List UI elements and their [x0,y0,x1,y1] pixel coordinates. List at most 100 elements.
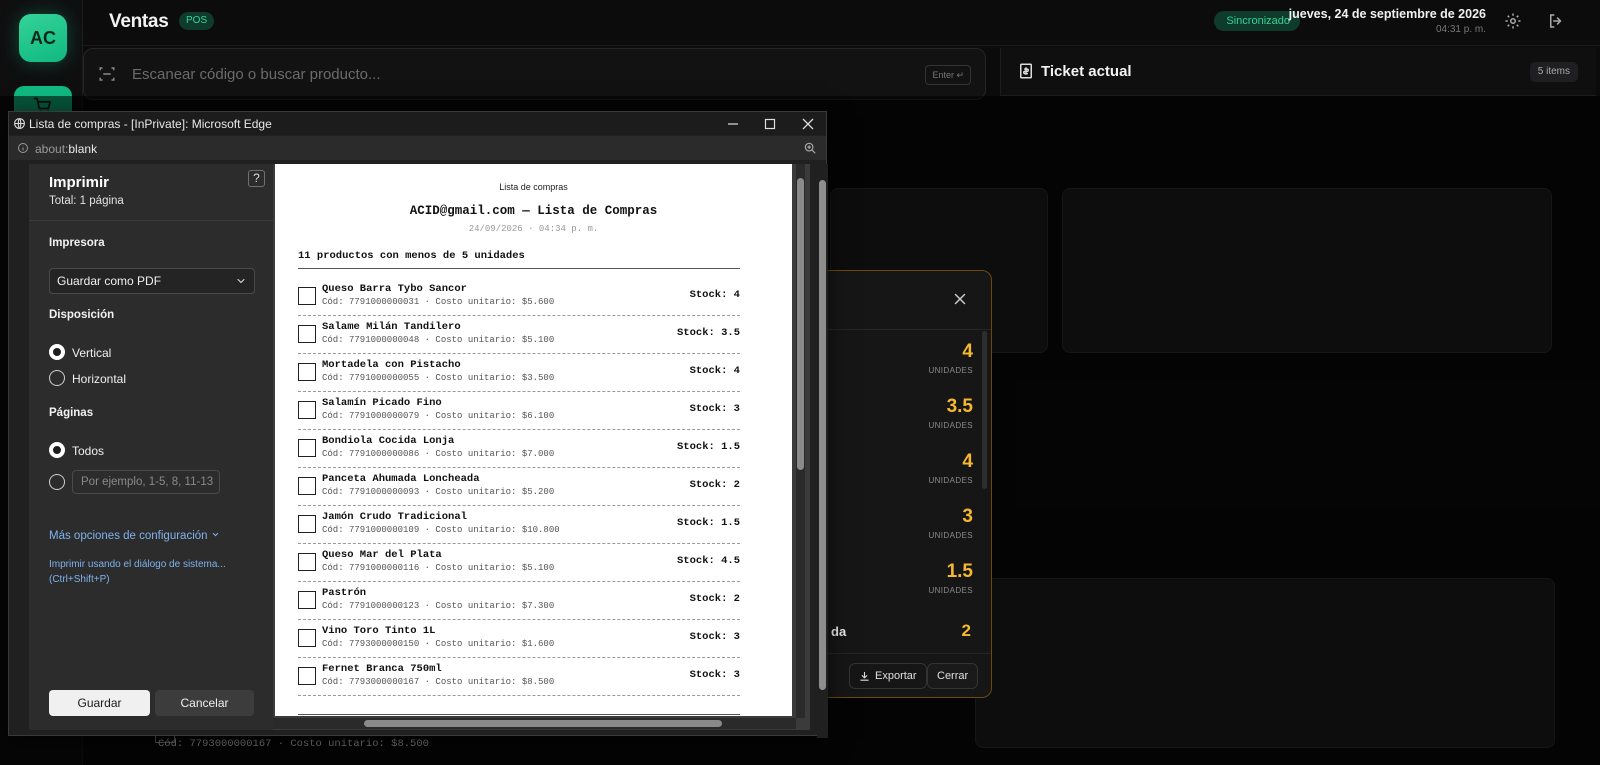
more-settings-label: Más opciones de configuración [49,530,208,542]
stock-value: 4 [962,451,973,472]
scrollbar-thumb[interactable] [819,180,826,690]
stock-value: 1.5 [946,561,973,582]
gear-icon[interactable] [1504,12,1522,30]
pos-badge: POS [179,12,215,30]
item-stock: Stock: 2 [689,593,740,605]
divider [298,714,740,715]
minimize-icon[interactable] [723,114,743,134]
address-scheme: about: [35,142,69,156]
cancel-button[interactable]: Cancelar [155,690,254,716]
logout-icon[interactable] [1547,12,1565,30]
stock-unit: UNIDADES [928,476,973,485]
list-item: Mortadela con Pistacho Cód: 7791000000055… [298,354,740,392]
preview-header: Lista de compras [499,182,568,192]
item-name: Queso Mar del Plata [322,549,442,561]
close-icon[interactable] [951,290,969,308]
window-titlebar[interactable]: Lista de compras - [InPrivate]: Microsof… [9,112,826,135]
close-button[interactable]: Cerrar [927,663,979,689]
print-settings-panel: Imprimir Total: 1 página ? Impresora Gua… [29,164,273,730]
list-item: Fernet Branca 750ml Cód: 7793000000167 · … [298,658,740,696]
list-item: Queso Mar del Plata Cód: 7791000000116 · … [298,544,740,582]
divider [821,653,991,654]
preview-vertical-scrollbar[interactable] [796,164,805,718]
more-settings-link[interactable]: Más opciones de configuración [49,530,220,542]
export-button[interactable]: Exportar [849,663,927,689]
address-host: blank [68,142,98,156]
printer-label: Impresora [49,237,105,249]
pages-custom-radio[interactable] [49,474,65,490]
checkbox [298,401,316,419]
page-title: Ventas [109,11,169,32]
printer-select[interactable]: Guardar como PDF [49,268,255,294]
stock-value: 4 [962,341,973,362]
item-name: Fernet Branca 750ml [322,663,442,675]
download-icon [860,671,869,681]
save-button[interactable]: Guardar [49,690,150,716]
item-stock: Stock: 2 [689,479,740,491]
stock-unit: UNIDADES [928,586,973,595]
list-item: Salamín Picado Fino Cód: 7791000000079 · … [298,392,740,430]
preview-count: 11 productos con menos de 5 unidades [298,250,525,262]
preview-title: ACID@gmail.com — Lista de Compras [409,204,658,218]
modal-scrollbar[interactable] [982,331,987,489]
item-code: Cód: 7791000000123 · Costo unitario: $7.… [322,601,555,611]
chevron-down-icon [237,278,245,284]
ticket-count-badge: 5 items [1529,62,1578,82]
item-stock: Stock: 3 [689,403,740,415]
address-bar[interactable]: about:blank [9,136,826,160]
list-item: Bondiola Cocida Lonja Cód: 7791000000086 … [298,430,740,468]
item-code: Cód: 7791000000048 · Costo unitario: $5.… [322,335,555,345]
pages-all-radio[interactable] [49,442,65,458]
maximize-icon[interactable] [760,114,780,134]
system-dialog-link[interactable]: Imprimir usando el diálogo de sistema...… [49,557,249,587]
pages-all-label: Todos [72,444,105,458]
list-item: Panceta Ahumada Loncheada Cód: 7791000000… [298,468,740,506]
stock-row: 4 UNIDADES [821,341,973,375]
checkbox [298,667,316,685]
date-time: jueves, 24 de septiembre de 2026 04:31 p… [1289,7,1486,35]
stock-unit: UNIDADES [928,531,973,540]
printer-value: Guardar como PDF [57,274,162,288]
close-window-icon[interactable] [798,114,818,134]
enter-key-hint: Enter ↵ [925,65,971,85]
sync-status-badge: Sincronizado [1214,11,1300,31]
stock-row: 4 UNIDADES [821,451,973,485]
item-name: Mortadela con Pistacho [322,359,461,371]
item-name: Panceta Ahumada Loncheada [322,473,480,485]
item-name: Bondiola Cocida Lonja [322,435,455,447]
divider [29,220,273,221]
pages-label: Páginas [49,407,94,419]
item-code: Cód: 7791000000116 · Costo unitario: $5.… [322,563,555,573]
stock-row: 1.5 UNIDADES [821,561,973,595]
layout-horizontal-radio[interactable] [49,370,65,386]
pages-range-input[interactable]: Por ejemplo, 1-5, 8, 11-13 [72,470,220,494]
checkbox [298,629,316,647]
stock-row: 3 UNIDADES [821,506,973,540]
help-button[interactable]: ? [248,170,265,187]
barcode-scan-icon [99,67,115,81]
ghost-card [975,578,1555,748]
print-preview[interactable]: Lista de compras ACID@gmail.com — Lista … [273,164,810,730]
stock-value: 3 [962,506,973,527]
preview-date: 24/09/2026 · 04:34 p. m. [468,224,599,234]
list-item: Queso Barra Tybo Sancor Cód: 779100000003… [298,278,740,316]
browser-window: Lista de compras - [InPrivate]: Microsof… [8,111,828,738]
scrollbar-thumb[interactable] [364,720,722,727]
info-icon[interactable] [17,142,29,154]
preview-horizontal-scrollbar[interactable] [273,718,796,729]
ticket-panel: Ticket actual 5 items [1000,48,1596,96]
page-scrollbar[interactable] [817,164,828,738]
list-item: Pastrón Cód: 7791000000123 · Costo unitar… [298,582,740,620]
chevron-down-icon [212,532,218,537]
divider [821,329,991,330]
print-title: Imprimir [49,174,110,191]
preview-page: Lista de compras ACID@gmail.com — Lista … [275,164,792,716]
item-code: Cód: 7791000000093 · Costo unitario: $5.… [322,487,555,497]
scrollbar-thumb[interactable] [797,178,804,470]
layout-vertical-radio[interactable] [49,344,65,360]
zoom-icon[interactable] [803,141,817,155]
item-stock: Stock: 3.5 [676,327,740,339]
divider [298,268,740,269]
product-search-input[interactable]: Escanear código o buscar producto... Ent… [83,48,986,100]
checkbox [298,477,316,495]
